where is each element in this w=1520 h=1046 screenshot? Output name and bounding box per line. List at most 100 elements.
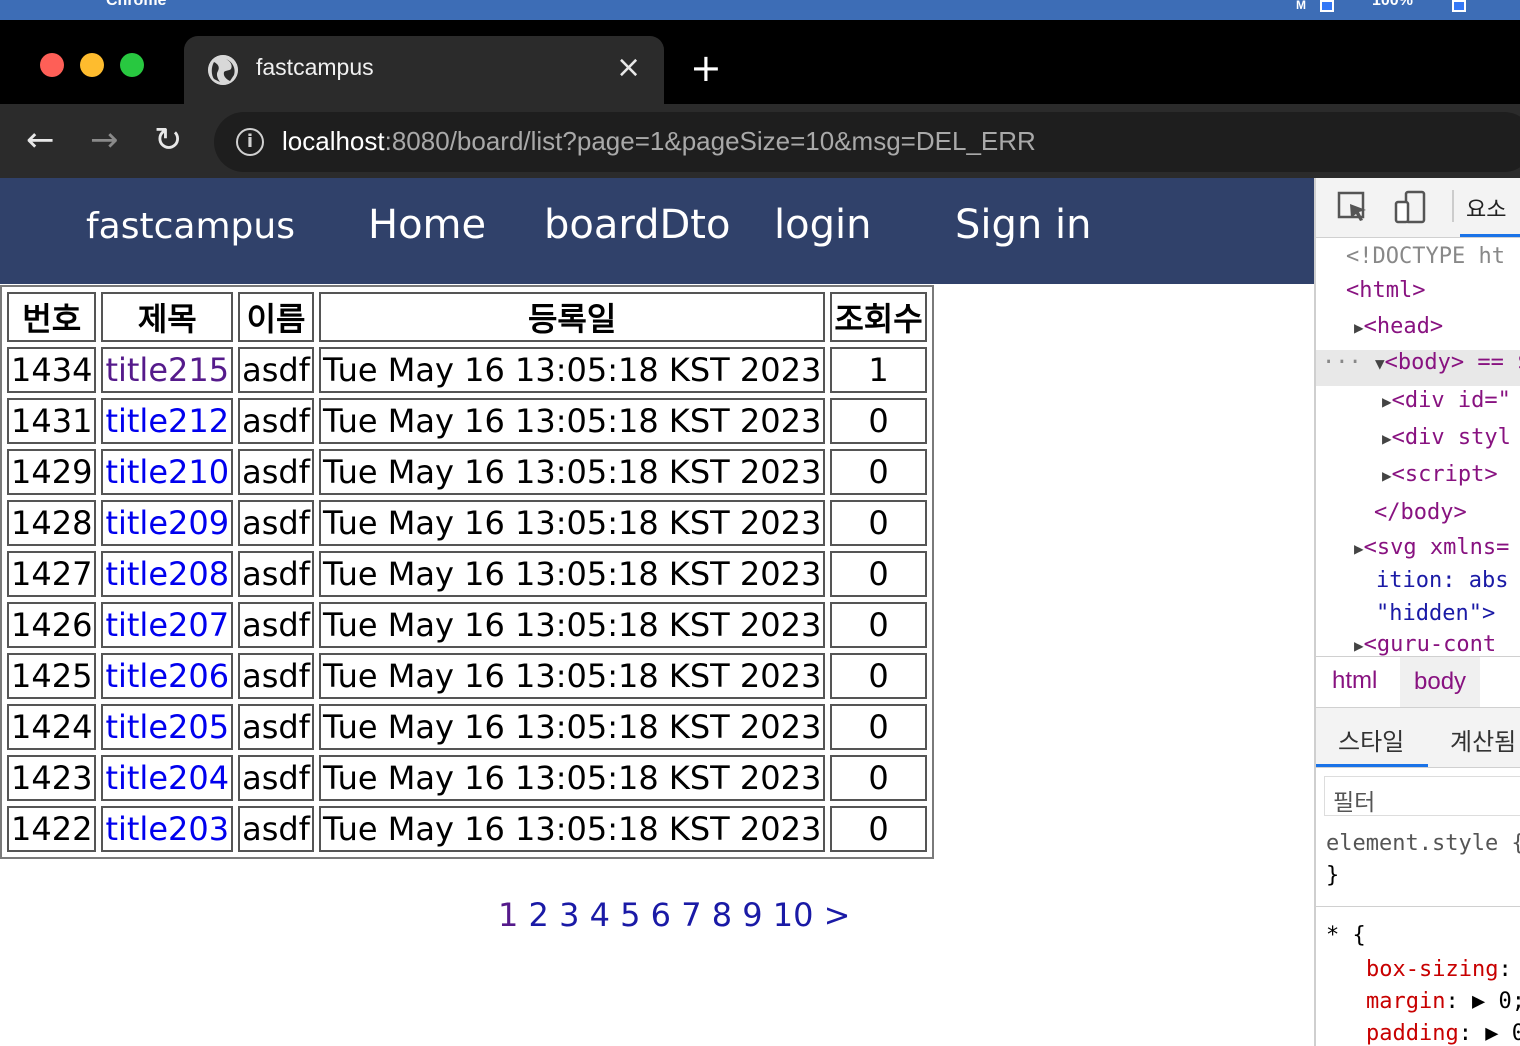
dom-line[interactable]: </body> bbox=[1374, 496, 1467, 530]
dom-line[interactable]: ▶<script> bbox=[1382, 458, 1498, 492]
reload-button[interactable]: ↻ bbox=[154, 120, 183, 160]
close-tab-icon[interactable]: × bbox=[616, 50, 641, 86]
tab-title: fastcampus bbox=[256, 54, 374, 80]
cell-views: 0 bbox=[830, 806, 927, 852]
tab-styles[interactable]: 스타일 bbox=[1338, 722, 1404, 757]
expand-triangle-icon[interactable]: ▶ bbox=[1354, 318, 1364, 337]
expand-triangle-icon[interactable]: ▶ bbox=[1472, 989, 1485, 1014]
cell-writer: asdf bbox=[238, 602, 314, 648]
dom-line[interactable]: ition: abs bbox=[1376, 564, 1508, 598]
page-link[interactable]: 1 bbox=[498, 896, 518, 934]
cell-writer: asdf bbox=[238, 347, 314, 393]
next-page-link[interactable]: > bbox=[824, 896, 851, 934]
breadcrumb-html[interactable]: html bbox=[1332, 667, 1377, 695]
collapse-triangle-icon[interactable]: ▼ bbox=[1375, 354, 1385, 373]
table-row: 1424 title205 asdf Tue May 16 13:05:18 KST … bbox=[7, 704, 927, 750]
os-menubar: Chrome M 100% bbox=[0, 0, 1520, 20]
dom-line[interactable]: ▶<svg xmlns= bbox=[1354, 531, 1509, 565]
page-link[interactable]: 10 bbox=[773, 896, 814, 934]
expand-triangle-icon[interactable]: ▶ bbox=[1485, 1021, 1498, 1046]
zoom-window-button[interactable] bbox=[120, 53, 144, 77]
dom-tree: <!DOCTYPE ht <html> ▶<head> ··· ▼<body> … bbox=[1316, 240, 1520, 657]
dom-line[interactable]: <!DOCTYPE ht bbox=[1346, 240, 1505, 274]
dom-line[interactable]: "hidden"> bbox=[1376, 597, 1495, 631]
dom-line[interactable]: ▶<div styl bbox=[1382, 421, 1511, 455]
page-link[interactable]: 6 bbox=[651, 896, 671, 934]
nav-boarddto[interactable]: boardDto bbox=[544, 202, 730, 248]
table-row: 1425 title206 asdf Tue May 16 13:05:18 KST … bbox=[7, 653, 927, 699]
expand-triangle-icon[interactable]: ▶ bbox=[1354, 539, 1364, 558]
page-link[interactable]: 8 bbox=[712, 896, 732, 934]
address-bar[interactable]: i localhost:8080/board/list?page=1&pageS… bbox=[214, 112, 1520, 172]
table-header-row: 번호 제목 이름 등록일 조회수 bbox=[7, 292, 927, 342]
col-header-number: 번호 bbox=[7, 292, 97, 342]
page-link[interactable]: 9 bbox=[742, 896, 762, 934]
dom-line-selected[interactable]: ··· ▼<body> == $0 bbox=[1322, 346, 1520, 380]
active-style-tab-indicator bbox=[1316, 764, 1428, 767]
nav-login[interactable]: login bbox=[774, 202, 871, 248]
tab-computed[interactable]: 계산됨 bbox=[1450, 722, 1516, 757]
toolbar-divider bbox=[1452, 190, 1454, 222]
dom-line[interactable]: <html> bbox=[1346, 274, 1425, 308]
input-indicator: M bbox=[1296, 0, 1306, 12]
post-title-link[interactable]: title209 bbox=[105, 504, 229, 542]
dom-line[interactable]: ▶<head> bbox=[1354, 310, 1443, 344]
expand-triangle-icon[interactable]: ▶ bbox=[1382, 466, 1392, 485]
site-nav: fastcampus Home boardDto login Sign in bbox=[0, 178, 1314, 284]
page-link[interactable]: 5 bbox=[620, 896, 640, 934]
post-title-link[interactable]: title208 bbox=[105, 555, 229, 593]
nav-sign-in[interactable]: Sign in bbox=[955, 202, 1091, 248]
cell-title: title205 bbox=[101, 704, 234, 750]
cell-number: 1428 bbox=[7, 500, 97, 546]
page-link[interactable]: 2 bbox=[529, 896, 549, 934]
expand-triangle-icon[interactable]: ▶ bbox=[1354, 636, 1364, 655]
cell-title: title204 bbox=[101, 755, 234, 801]
post-title-link[interactable]: title204 bbox=[105, 759, 229, 797]
post-title-link[interactable]: title215 bbox=[105, 351, 229, 389]
dom-line[interactable]: ▶<div id=" bbox=[1382, 384, 1511, 418]
post-title-link[interactable]: title206 bbox=[105, 657, 229, 695]
cell-writer: asdf bbox=[238, 806, 314, 852]
close-window-button[interactable] bbox=[40, 53, 64, 77]
page-link[interactable]: 7 bbox=[681, 896, 701, 934]
browser-tab-active[interactable]: fastcampus × bbox=[184, 36, 664, 104]
rule-property[interactable]: margin: ▶ 0; bbox=[1366, 986, 1520, 1018]
rule-universal-selector[interactable]: * { bbox=[1326, 920, 1366, 952]
expand-triangle-icon[interactable]: ▶ bbox=[1382, 429, 1392, 448]
breadcrumb-body[interactable]: body bbox=[1400, 657, 1481, 707]
nav-home[interactable]: Home bbox=[368, 202, 486, 248]
post-title-link[interactable]: title205 bbox=[105, 708, 229, 746]
cell-number: 1424 bbox=[7, 704, 97, 750]
expand-triangle-icon[interactable]: ▶ bbox=[1382, 392, 1392, 411]
cell-views: 0 bbox=[830, 602, 927, 648]
post-title-link[interactable]: title207 bbox=[105, 606, 229, 644]
board-table: 번호 제목 이름 등록일 조회수 1434 title215 asdf Tue May… bbox=[0, 285, 934, 859]
browser-toolbar: ← → ↻ i localhost:8080/board/list?page=1… bbox=[0, 104, 1520, 178]
table-row: 1422 title203 asdf Tue May 16 13:05:18 KST … bbox=[7, 806, 927, 852]
inspect-element-icon[interactable] bbox=[1336, 190, 1370, 224]
post-title-link[interactable]: title210 bbox=[105, 453, 229, 491]
dom-tag: <div styl bbox=[1391, 425, 1511, 450]
browser-tab-strip: fastcampus × + bbox=[0, 20, 1520, 104]
site-info-icon[interactable]: i bbox=[236, 128, 264, 156]
page-link[interactable]: 4 bbox=[590, 896, 610, 934]
rule-property[interactable]: padding: ▶ 0 bbox=[1366, 1018, 1520, 1046]
page-link[interactable]: 3 bbox=[559, 896, 579, 934]
nav-brand[interactable]: fastcampus bbox=[86, 206, 295, 247]
device-toolbar-icon[interactable] bbox=[1394, 190, 1428, 224]
cell-views: 0 bbox=[830, 449, 927, 495]
rule-close-brace: } bbox=[1326, 863, 1340, 888]
property-name: box-sizing bbox=[1366, 957, 1499, 982]
url-text[interactable]: localhost:8080/board/list?page=1&pageSiz… bbox=[282, 126, 1036, 157]
rule-element-style[interactable]: element.style { bbox=[1326, 828, 1520, 860]
post-title-link[interactable]: title203 bbox=[105, 810, 229, 848]
new-tab-button[interactable]: + bbox=[690, 48, 722, 88]
back-button[interactable]: ← bbox=[26, 120, 55, 160]
post-title-link[interactable]: title212 bbox=[105, 402, 229, 440]
rule-property[interactable]: box-sizing: bbox=[1366, 954, 1512, 986]
tab-elements[interactable]: 요소 bbox=[1466, 192, 1506, 224]
cell-views: 0 bbox=[830, 653, 927, 699]
style-filter-input[interactable]: 필터 bbox=[1324, 776, 1520, 816]
minimize-window-button[interactable] bbox=[80, 53, 104, 77]
forward-button[interactable]: → bbox=[90, 120, 119, 160]
